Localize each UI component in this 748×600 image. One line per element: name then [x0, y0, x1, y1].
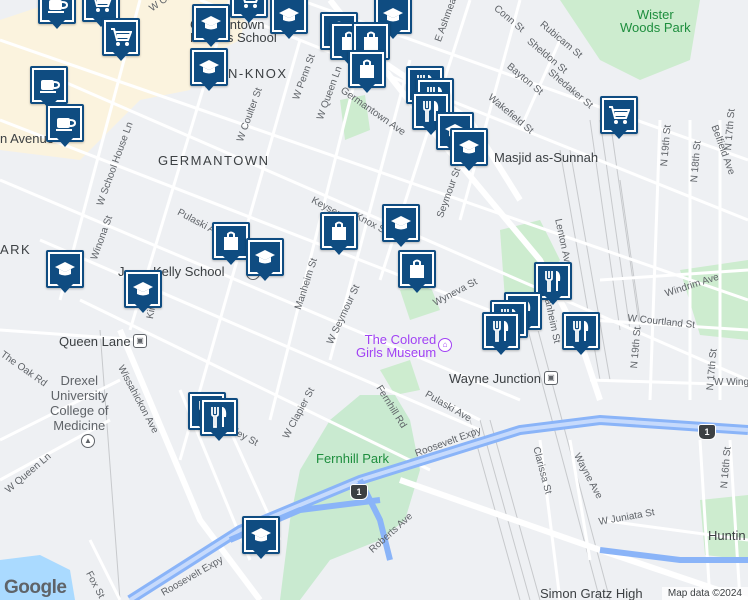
- street-label: W Wing: [714, 377, 748, 388]
- restaurant-icon: [486, 316, 516, 346]
- highway-shield: 1: [350, 484, 368, 500]
- coffee-marker[interactable]: [38, 0, 76, 32]
- coffee-marker[interactable]: [46, 104, 84, 150]
- museum-label[interactable]: The Colored Girls Museum: [356, 333, 436, 359]
- neighborhood-label: ARK: [0, 242, 32, 257]
- bag-marker[interactable]: [348, 50, 386, 96]
- park-label[interactable]: Fernhill Park: [316, 452, 389, 465]
- school-icon: [250, 242, 280, 272]
- university-icon: ▲: [81, 434, 95, 448]
- school-icon: [194, 52, 224, 82]
- bag-icon: [324, 216, 354, 246]
- school-marker[interactable]: [46, 250, 84, 296]
- restaurant-icon: [204, 402, 234, 432]
- school-icon: [50, 254, 80, 284]
- cart-icon: [106, 22, 136, 52]
- school-icon: [274, 0, 304, 30]
- cart-marker[interactable]: [230, 0, 268, 26]
- cart-icon: [86, 0, 116, 18]
- school-icon: [454, 132, 484, 162]
- park-label[interactable]: Wister Woods Park: [620, 8, 691, 34]
- poi-label[interactable]: Wayne Junction: [449, 372, 541, 385]
- university-label[interactable]: Drexel University College of Medicine: [50, 373, 109, 434]
- school-marker[interactable]: [382, 204, 420, 250]
- school-marker[interactable]: [246, 238, 284, 284]
- cart-icon: [234, 0, 264, 14]
- map-canvas[interactable]: GERMANTOWN N-KNOX ARK Wister Woods Park …: [0, 0, 748, 600]
- highway-shield: 1: [698, 424, 716, 440]
- bag-marker[interactable]: [398, 250, 436, 296]
- poi-label[interactable]: Queen Lane: [59, 335, 131, 348]
- school-marker[interactable]: [192, 4, 230, 50]
- school-marker[interactable]: [124, 270, 162, 316]
- rail-station-icon: ▣: [133, 334, 147, 348]
- neighborhood-label: N-KNOX: [228, 66, 288, 81]
- coffee-icon: [42, 0, 72, 20]
- poi-label[interactable]: Simon Gratz High: [540, 587, 643, 600]
- poi-label[interactable]: Masjid as-Sunnah: [494, 151, 598, 164]
- school-icon: [246, 520, 276, 550]
- bag-icon: [216, 226, 246, 256]
- rail-station-icon: ▣: [544, 371, 558, 385]
- school-icon: [386, 208, 416, 238]
- cart-icon: [604, 100, 634, 130]
- coffee-icon: [50, 108, 80, 138]
- restaurant-icon: [566, 316, 596, 346]
- restaurant-marker[interactable]: [482, 312, 520, 358]
- map-attribution[interactable]: Map data ©2024: [661, 587, 748, 600]
- restaurant-marker[interactable]: [200, 398, 238, 444]
- school-marker[interactable]: [270, 0, 308, 42]
- school-icon: [196, 8, 226, 38]
- school-marker[interactable]: [450, 128, 488, 174]
- cart-marker[interactable]: [600, 96, 638, 142]
- restaurant-icon: [538, 266, 568, 296]
- bag-marker[interactable]: [320, 212, 358, 258]
- school-marker[interactable]: [190, 48, 228, 94]
- museum-icon[interactable]: ⌂: [438, 338, 452, 352]
- bag-marker[interactable]: [212, 222, 250, 268]
- cart-marker[interactable]: [102, 18, 140, 64]
- bag-icon: [352, 54, 382, 84]
- school-marker[interactable]: [242, 516, 280, 562]
- bag-icon: [402, 254, 432, 284]
- coffee-icon: [34, 70, 64, 100]
- restaurant-marker[interactable]: [562, 312, 600, 358]
- poi-label[interactable]: Huntin: [708, 529, 746, 542]
- google-logo[interactable]: Google: [4, 577, 67, 599]
- school-icon: [128, 274, 158, 304]
- neighborhood-label: GERMANTOWN: [158, 153, 270, 168]
